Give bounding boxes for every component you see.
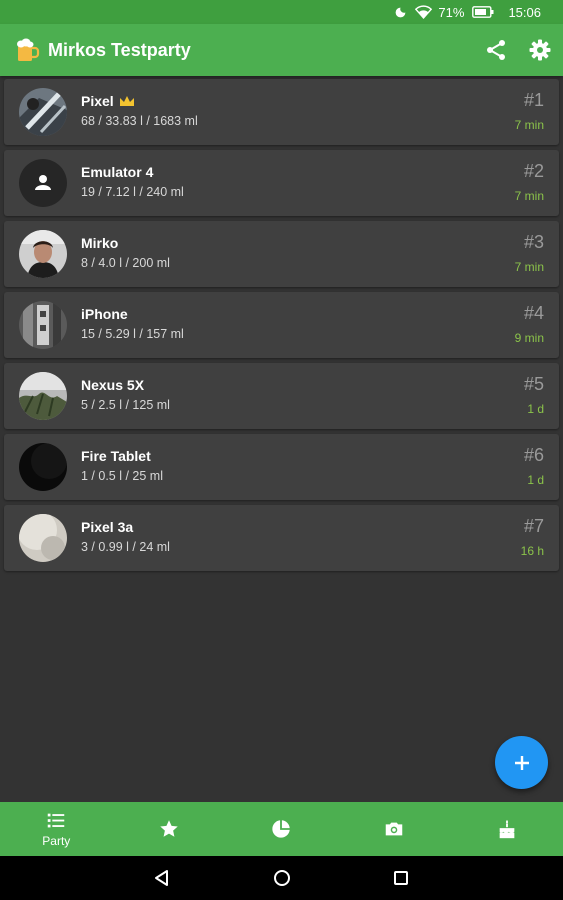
player-time: 1 d bbox=[527, 473, 544, 487]
nav-statistics[interactable] bbox=[225, 802, 338, 856]
player-row[interactable]: Emulator 4 19 / 7.12 l / 240 ml #2 7 min bbox=[4, 150, 559, 216]
player-name: Fire Tablet bbox=[81, 448, 151, 464]
player-stats: 5 / 2.5 l / 125 ml bbox=[81, 398, 170, 412]
player-name: Mirko bbox=[81, 235, 119, 251]
player-rank: #4 bbox=[523, 303, 544, 323]
player-row[interactable]: Mirko 8 / 4.0 l / 200 ml #3 7 min bbox=[4, 221, 559, 287]
player-time: 9 min bbox=[514, 331, 544, 345]
status-time: 15:06 bbox=[508, 4, 541, 20]
avatar bbox=[19, 514, 67, 562]
player-stats: 3 / 0.99 l / 24 ml bbox=[81, 540, 170, 554]
avatar bbox=[19, 372, 67, 420]
beer-mug-icon bbox=[16, 37, 40, 63]
home-circle-icon[interactable] bbox=[272, 868, 292, 888]
battery-icon bbox=[472, 6, 494, 18]
back-triangle-icon[interactable] bbox=[152, 868, 172, 888]
nav-party-label: Party bbox=[42, 834, 71, 848]
player-row[interactable]: Fire Tablet 1 / 0.5 l / 25 ml #6 1 d bbox=[4, 434, 559, 500]
do-not-disturb-moon-icon bbox=[394, 6, 407, 19]
avatar bbox=[19, 88, 67, 136]
avatar bbox=[19, 301, 67, 349]
cake-icon bbox=[499, 819, 515, 839]
player-rank: #1 bbox=[523, 90, 544, 110]
nav-camera[interactable] bbox=[338, 802, 451, 856]
player-rank: #3 bbox=[523, 232, 544, 252]
player-name: Pixel 3a bbox=[81, 519, 134, 535]
share-icon[interactable] bbox=[484, 38, 508, 62]
camera-icon bbox=[385, 822, 403, 836]
player-time: 1 d bbox=[527, 402, 544, 416]
player-rank: #6 bbox=[523, 445, 544, 465]
player-time: 16 h bbox=[520, 544, 544, 558]
avatar bbox=[19, 443, 67, 491]
list-icon bbox=[48, 813, 65, 828]
player-time: 7 min bbox=[514, 260, 544, 274]
player-row[interactable]: Nexus 5X 5 / 2.5 l / 125 ml #5 1 d bbox=[4, 363, 559, 429]
nav-party[interactable]: Party bbox=[0, 802, 113, 856]
player-name: Nexus 5X bbox=[81, 377, 145, 393]
player-stats: 8 / 4.0 l / 200 ml bbox=[81, 256, 170, 270]
avatar bbox=[19, 159, 67, 207]
player-time: 7 min bbox=[514, 189, 544, 203]
add-button[interactable] bbox=[495, 736, 548, 789]
player-rank: #5 bbox=[523, 374, 544, 394]
nav-cake[interactable] bbox=[450, 802, 563, 856]
pie-chart-icon bbox=[272, 820, 291, 838]
app-bar: Mirkos Testparty bbox=[0, 24, 563, 76]
plus-icon bbox=[514, 755, 529, 770]
player-name: Emulator 4 bbox=[81, 164, 154, 180]
player-name: iPhone bbox=[81, 306, 128, 322]
system-nav-bar bbox=[0, 856, 563, 900]
battery-percent: 71% bbox=[438, 4, 465, 20]
player-name: Pixel bbox=[81, 93, 135, 109]
page-title: Mirkos Testparty bbox=[48, 40, 191, 60]
star-icon bbox=[160, 820, 178, 837]
player-row[interactable]: Pixel 68 / 33.83 l / 1683 ml #1 7 min bbox=[4, 79, 559, 145]
player-time: 7 min bbox=[514, 118, 544, 132]
crown-icon bbox=[119, 94, 135, 106]
player-rank: #7 bbox=[523, 516, 544, 536]
player-row[interactable]: iPhone 15 / 5.29 l / 157 ml #4 9 min bbox=[4, 292, 559, 358]
nav-favorites[interactable] bbox=[113, 802, 226, 856]
settings-gear-icon[interactable] bbox=[528, 38, 552, 62]
wifi-icon bbox=[415, 5, 433, 19]
player-stats: 1 / 0.5 l / 25 ml bbox=[81, 469, 163, 483]
player-stats: 15 / 5.29 l / 157 ml bbox=[81, 327, 184, 341]
player-row[interactable]: Pixel 3a 3 / 0.99 l / 24 ml #7 16 h bbox=[4, 505, 559, 571]
bottom-nav: Party bbox=[0, 802, 563, 856]
status-bar: 71% 15:06 bbox=[0, 0, 563, 24]
avatar bbox=[19, 230, 67, 278]
player-stats: 19 / 7.12 l / 240 ml bbox=[81, 185, 184, 199]
player-stats: 68 / 33.83 l / 1683 ml bbox=[81, 114, 198, 128]
player-list: Pixel 68 / 33.83 l / 1683 ml #1 7 min Em… bbox=[4, 79, 559, 576]
recents-square-icon[interactable] bbox=[391, 868, 411, 888]
player-rank: #2 bbox=[523, 161, 544, 181]
